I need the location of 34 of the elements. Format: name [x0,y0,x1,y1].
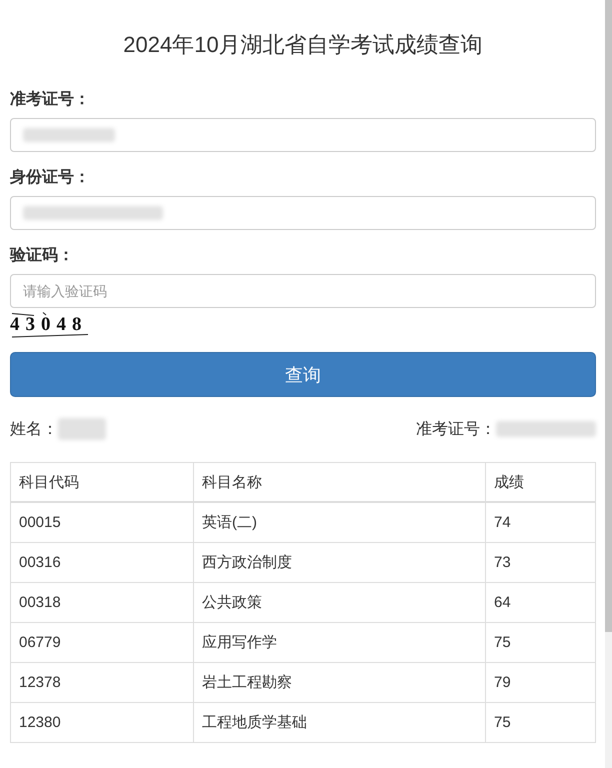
scrollbar-thumb[interactable] [605,0,612,632]
table-cell: 西方政治制度 [202,554,292,571]
query-button[interactable]: 查询 [10,352,596,397]
table-cell: 工程地质学基础 [202,714,307,731]
column-header: 科目名称 [202,474,262,490]
table-cell: 00015 [19,514,61,531]
field-label: 准考证号： [10,90,91,110]
table-cell: 75 [494,634,511,651]
table-cell: 74 [494,514,511,531]
table-cell: 12378 [19,674,61,691]
info-label: 准考证号： [416,420,496,440]
page-title: 2024年10月湖北省自学考试成绩查询 [122,31,484,59]
table-cell: 英语(二) [202,514,257,531]
scrollbar[interactable] [605,0,612,768]
input-field[interactable]: 请输入验证码 [10,274,596,308]
column-header: 成绩 [494,474,524,490]
field-label: 验证码： [10,246,75,266]
table-cell: 00316 [19,554,61,571]
table-cell: 00318 [19,594,61,611]
table-cell: 公共政策 [202,594,262,611]
captcha-image[interactable]: 43048 [10,312,90,338]
table-cell: 06779 [19,634,61,651]
input-field[interactable] [10,196,596,230]
field-label: 身份证号： [10,168,91,188]
table-cell: 岩土工程勘察 [202,674,292,691]
table-cell: 75 [494,714,511,731]
table-cell: 64 [494,594,511,611]
table-cell: 12380 [19,714,61,731]
column-header: 科目代码 [19,474,79,490]
info-label: 姓名： [10,420,58,440]
table-cell: 79 [494,674,511,691]
input-field[interactable] [10,118,596,152]
table-cell: 73 [494,554,511,571]
table-cell: 应用写作学 [202,634,277,651]
